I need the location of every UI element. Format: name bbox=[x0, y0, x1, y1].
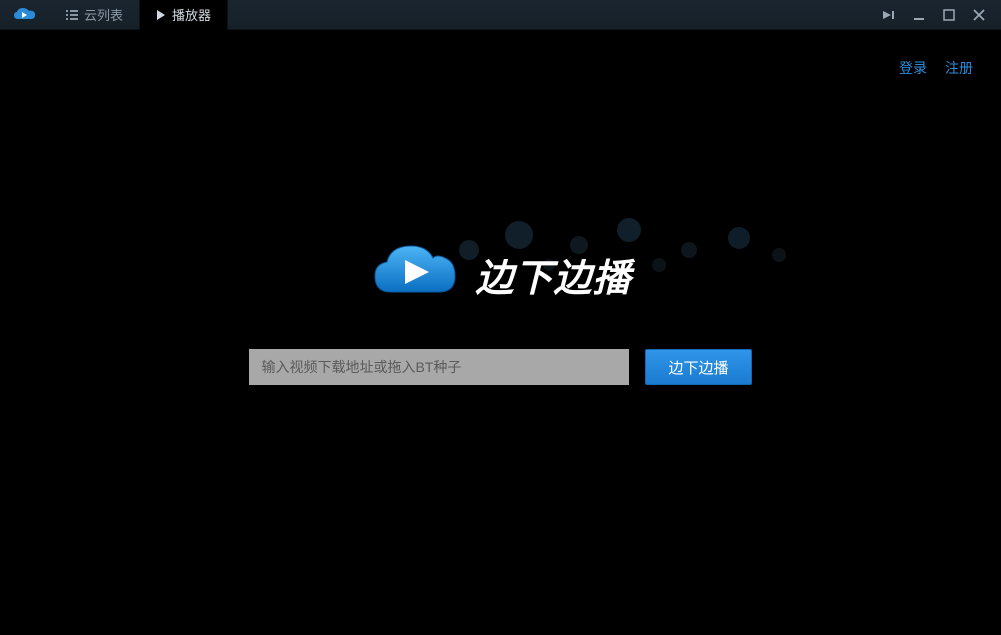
titlebar: 云列表 播放器 bbox=[0, 0, 1001, 30]
login-link[interactable]: 登录 bbox=[899, 58, 927, 78]
close-button[interactable] bbox=[971, 7, 987, 23]
brand-title: 边下边播 bbox=[475, 247, 631, 302]
input-row: 边下边播 bbox=[249, 349, 751, 385]
maximize-button[interactable] bbox=[941, 7, 957, 23]
auth-links: 登录 注册 bbox=[899, 58, 973, 78]
video-url-input[interactable] bbox=[249, 349, 629, 385]
tab-label: 播放器 bbox=[172, 5, 211, 24]
register-link[interactable]: 注册 bbox=[945, 58, 973, 78]
pin-button[interactable] bbox=[881, 7, 897, 23]
minimize-button[interactable] bbox=[911, 7, 927, 23]
content-area: 登录 注册 bbox=[0, 30, 1001, 635]
tab-cloud-list[interactable]: 云列表 bbox=[50, 0, 140, 30]
play-icon bbox=[156, 10, 166, 20]
tab-label: 云列表 bbox=[84, 5, 123, 24]
tab-player[interactable]: 播放器 bbox=[140, 0, 228, 30]
app-logo-icon bbox=[0, 0, 50, 30]
center-panel: 边下边播 边下边播 bbox=[231, 240, 771, 385]
brand: 边下边播 bbox=[369, 240, 631, 309]
window-controls bbox=[881, 7, 1001, 23]
download-play-button[interactable]: 边下边播 bbox=[645, 349, 751, 385]
cloud-play-logo-icon bbox=[369, 240, 459, 309]
list-icon bbox=[66, 10, 78, 20]
